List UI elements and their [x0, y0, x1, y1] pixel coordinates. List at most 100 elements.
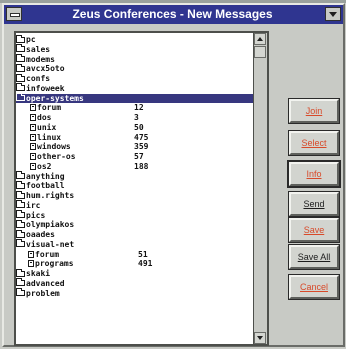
list-item-label: windows — [37, 142, 71, 152]
folder-icon — [16, 54, 25, 62]
list-item[interactable]: avcx5oto — [16, 63, 253, 74]
folder-icon — [16, 288, 25, 296]
list-item-label: pc — [26, 35, 36, 44]
list-item[interactable]: olympiakos — [16, 219, 253, 230]
list-item[interactable]: anything — [16, 171, 253, 182]
list-item[interactable]: windows 359 — [16, 142, 253, 152]
list-item[interactable]: os2 188 — [16, 162, 253, 172]
list-item-label: forum — [37, 103, 62, 113]
list-item-label: confs — [26, 74, 51, 83]
list-item[interactable]: infoweek — [16, 83, 253, 94]
conference-list[interactable]: pc sales modems avcx5oto confs infoweek oper-s… — [14, 31, 269, 346]
folder-icon — [16, 83, 25, 92]
document-icon — [28, 260, 34, 268]
list-item[interactable]: hum.rights — [16, 190, 253, 201]
folder-icon — [16, 73, 25, 82]
document-icon — [30, 133, 36, 141]
document-icon — [30, 143, 36, 151]
list-item[interactable]: pc — [16, 34, 253, 45]
list-item-label: irc — [26, 200, 41, 210]
list-item-label: oper-systems — [26, 93, 84, 103]
minimize-icon[interactable] — [325, 7, 341, 21]
cancel-button[interactable]: Cancel — [288, 274, 340, 300]
list-item[interactable]: sales — [16, 44, 253, 55]
document-icon — [30, 104, 36, 112]
list-item-label: infoweek — [26, 83, 65, 93]
document-icon — [30, 162, 36, 170]
save-all-button[interactable]: Save All — [288, 244, 340, 270]
open-folder-icon — [16, 93, 25, 101]
folder-icon — [16, 34, 25, 43]
list-item[interactable]: visual-net — [16, 239, 253, 250]
list-item-label: dos — [37, 113, 52, 122]
document-icon — [30, 114, 36, 121]
list-item-label: oaades — [26, 230, 55, 239]
scroll-up-arrow-icon[interactable] — [254, 33, 266, 45]
message-count: 12 — [134, 103, 144, 113]
scroll-down-arrow-icon[interactable] — [254, 332, 266, 344]
list-item[interactable]: forum 12 — [16, 103, 253, 113]
folder-icon — [16, 278, 25, 287]
message-count: 491 — [138, 259, 153, 269]
scroll-thumb[interactable] — [254, 46, 266, 58]
list-item-label: forum — [35, 249, 60, 259]
folder-icon — [16, 239, 25, 248]
save-button-label: Save — [303, 225, 325, 235]
folder-icon — [16, 190, 25, 199]
message-count: 51 — [138, 249, 148, 259]
list-item[interactable]: oper-systems — [16, 93, 253, 104]
folder-icon — [16, 219, 25, 228]
list-item-label: olympiakos — [26, 220, 75, 230]
info-button[interactable]: Info — [287, 160, 341, 188]
select-button[interactable]: Select — [288, 130, 340, 156]
folder-icon — [16, 171, 25, 179]
list-item-label: hum.rights — [26, 191, 75, 200]
folder-icon — [16, 229, 25, 238]
document-icon — [30, 153, 36, 160]
folder-icon — [16, 44, 25, 53]
title-bar: Zeus Conferences - New Messages — [4, 5, 343, 24]
list-item-label: os2 — [37, 161, 52, 171]
list-item-label: programs — [35, 259, 74, 269]
folder-icon — [16, 200, 25, 209]
message-count: 3 — [134, 113, 139, 122]
join-button[interactable]: Join — [288, 98, 340, 124]
list-item[interactable]: football — [16, 180, 253, 191]
conferences-dialog: Zeus Conferences - New Messages pc sales m… — [2, 3, 345, 347]
list-item[interactable]: advanced — [16, 278, 253, 289]
list-item[interactable]: programs 491 — [16, 259, 253, 269]
send-button-label: Send — [303, 199, 325, 209]
document-icon — [30, 123, 36, 131]
list-item[interactable]: forum 51 — [16, 250, 253, 260]
list-item-label: visual-net — [26, 239, 75, 249]
list-item[interactable]: unix 50 — [16, 123, 253, 133]
folder-icon — [16, 63, 25, 72]
list-item[interactable]: pics — [16, 210, 253, 221]
conference-list-rows: pc sales modems avcx5oto confs infoweek oper-s… — [16, 34, 253, 299]
system-menu-icon[interactable] — [6, 7, 22, 21]
list-item-label: avcx5oto — [26, 64, 65, 74]
document-icon — [28, 250, 34, 258]
message-count: 359 — [134, 142, 149, 152]
message-count: 188 — [134, 161, 149, 171]
send-button[interactable]: Send — [288, 191, 340, 217]
list-item[interactable]: problem — [16, 288, 253, 299]
list-item-label: pics — [26, 210, 46, 220]
list-item[interactable]: modems — [16, 54, 253, 65]
list-item-label: sales — [26, 44, 51, 54]
list-item[interactable]: confs — [16, 73, 253, 84]
vertical-scrollbar[interactable] — [253, 33, 267, 344]
join-button-label: Join — [305, 106, 323, 116]
list-item[interactable]: other-os 57 — [16, 152, 253, 162]
list-item[interactable]: linux 475 — [16, 133, 253, 143]
list-item-label: football — [26, 181, 65, 191]
list-item[interactable]: dos 3 — [16, 113, 253, 123]
folder-icon — [16, 268, 25, 277]
list-item[interactable]: oaades — [16, 229, 253, 240]
message-count: 50 — [134, 122, 144, 132]
list-item[interactable]: skaki — [16, 268, 253, 279]
list-item-label: other-os — [37, 152, 76, 161]
list-item[interactable]: irc — [16, 200, 253, 211]
folder-icon — [16, 210, 25, 218]
save-button[interactable]: Save — [288, 217, 340, 243]
